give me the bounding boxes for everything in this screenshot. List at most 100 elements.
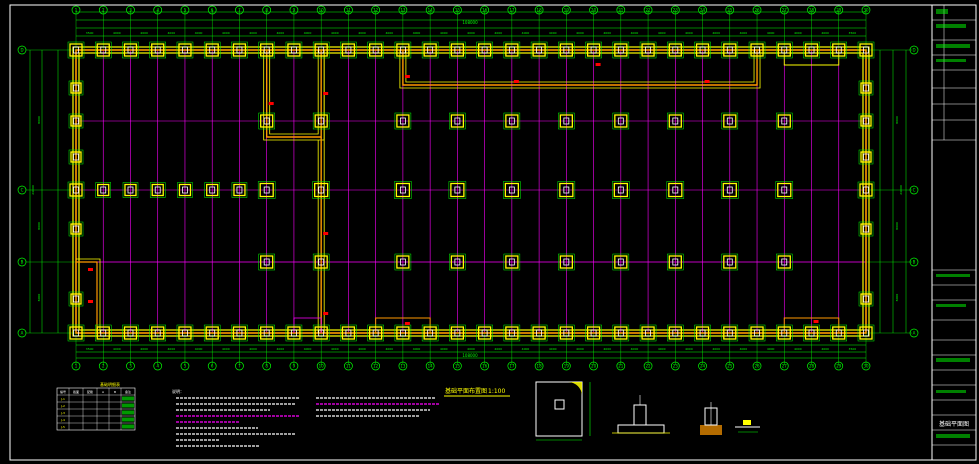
grid-bubble-label: A [913, 331, 916, 336]
section-tag [404, 75, 410, 78]
footing-section-detail [612, 395, 670, 434]
notes-text-block [176, 397, 440, 447]
perimeter-beam-line [75, 49, 867, 334]
grid-bubble-label: 27 [782, 8, 788, 13]
plan-title: 基础平面布置图 [445, 387, 487, 395]
span-dimension-top: 4000 [440, 31, 448, 35]
grid-bubble-label: 24 [700, 8, 706, 13]
grid-bubble-label: 6 [211, 364, 214, 369]
grid-bubble-label: 29 [836, 8, 842, 13]
span-dimension-top: 4000 [767, 31, 775, 35]
footing-plan-detail [535, 381, 591, 441]
span-dimension-top: 4000 [712, 31, 720, 35]
grid-bubble-label: 28 [809, 364, 815, 369]
grid-bubble-label: 26 [754, 8, 760, 13]
total-length-top: 108000 [462, 20, 478, 25]
axis-lines [75, 49, 867, 334]
span-dimension-bottom: 4000 [222, 347, 230, 351]
section-tag [88, 300, 93, 303]
total-length-bottom: 108000 [462, 353, 478, 358]
span-dimension-top: 4000 [576, 31, 584, 35]
section-tag [704, 80, 710, 83]
span-dimension-top: 4000 [821, 31, 829, 35]
title-block-field [936, 304, 966, 307]
grid-bubble-label: 16 [482, 8, 488, 13]
span-dimension-bottom: 4000 [740, 347, 748, 351]
span-dimension-bottom: 4000 [168, 347, 176, 351]
grid-bubble-label: 25 [727, 8, 733, 13]
grid-bubble-label: 27 [782, 364, 788, 369]
section-tag [595, 63, 601, 66]
span-dimension-top: 4000 [222, 31, 230, 35]
span-dimension-top: 4000 [740, 31, 748, 35]
legend-table-fill [122, 424, 134, 429]
grid-bubble-label: 26 [754, 364, 760, 369]
plan-scale: 1:100 [488, 388, 505, 395]
section-tag [323, 312, 329, 315]
span-dimension-right: 8000 [895, 116, 899, 124]
grid-bubble-label: 13 [400, 8, 406, 13]
span-dimension-bottom: 4000 [522, 347, 530, 351]
span-dimension-bottom: 4000 [440, 347, 448, 351]
span-dimension-top: 4000 [168, 31, 176, 35]
grid-bubble-label: 10 [319, 364, 325, 369]
span-dimension-bottom: 4000 [140, 347, 148, 351]
grid-bubble-label: 29 [836, 364, 842, 369]
section-tag [323, 92, 329, 95]
tie-beam [293, 317, 322, 333]
cad-viewport[interactable]: 基础平面图 3500 3500 4000 4000 4000 4000 4000 4000 40… [0, 0, 979, 464]
span-dimension-bottom: 4000 [304, 347, 312, 351]
span-dimension-top: 3500 [849, 31, 857, 35]
span-dimension-left: 8000 [37, 222, 41, 230]
perimeter-beam-line [78, 52, 864, 331]
rebar-detail [735, 420, 760, 433]
grid-bubble-label: 3 [129, 8, 132, 13]
grid-bubble-label: 5 [184, 8, 187, 13]
legend-table-header: A [102, 390, 105, 394]
section-tag [813, 320, 819, 323]
grid-bubble-label: 19 [564, 364, 570, 369]
span-dimension-bottom: 4000 [794, 347, 802, 351]
grid-bubble-label: 6 [211, 8, 214, 13]
span-dimension-right: 8000 [895, 222, 899, 230]
span-dimension-top: 4000 [549, 31, 557, 35]
foundation-plan-drawing[interactable]: 基础平面图 3500 3500 4000 4000 4000 4000 4000 4000 40… [0, 0, 979, 464]
span-dimension-bottom: 4000 [249, 347, 257, 351]
grid-bubble-label: 1 [75, 364, 78, 369]
span-dimension-top: 4000 [603, 31, 611, 35]
anchor-detail [700, 402, 722, 435]
span-dimension-bottom: 4000 [113, 347, 121, 351]
legend-table-fill [122, 410, 134, 415]
span-dimension-top: 4000 [467, 31, 475, 35]
span-dimension-left: 8000 [37, 294, 41, 302]
span-dimension-bottom: 4000 [712, 347, 720, 351]
span-dimension-top: 4000 [195, 31, 203, 35]
title-block-field [936, 44, 970, 48]
grid-bubble-label: 8 [265, 364, 268, 369]
grid-bubble-label: 15 [455, 364, 461, 369]
grid-bubble-label: B [913, 260, 916, 265]
span-dimension-bottom: 4000 [195, 347, 203, 351]
title-block-rows [932, 5, 976, 446]
grid-bubble-label: 10 [319, 8, 325, 13]
section-tag [404, 322, 410, 325]
grid-bubble-label: 14 [428, 8, 434, 13]
grid-bubble-label: 8 [265, 8, 268, 13]
grid-bubble-label: 20 [591, 364, 597, 369]
legend-table-header: 编号 [60, 389, 66, 394]
grid-bubble-label: 23 [673, 8, 679, 13]
grid-bubble-label: 11 [346, 364, 352, 369]
total-width-left: 24000 [31, 185, 35, 195]
grid-bubble-label: 2 [102, 364, 105, 369]
legend-table-cell: J-1 [60, 397, 65, 401]
footings [67, 41, 875, 342]
title-block-field [936, 9, 948, 14]
title-block-field [936, 24, 966, 28]
grid-bubble-label: 12 [373, 8, 379, 13]
legend-table-cell: J-3 [60, 411, 65, 415]
grid-bubble-label: 9 [293, 364, 296, 369]
legend-table-cell: J-5 [60, 425, 65, 429]
legend-table-header: 配筋 [87, 389, 93, 394]
grid-bubble-label: 12 [373, 364, 379, 369]
section-tag [323, 232, 329, 235]
